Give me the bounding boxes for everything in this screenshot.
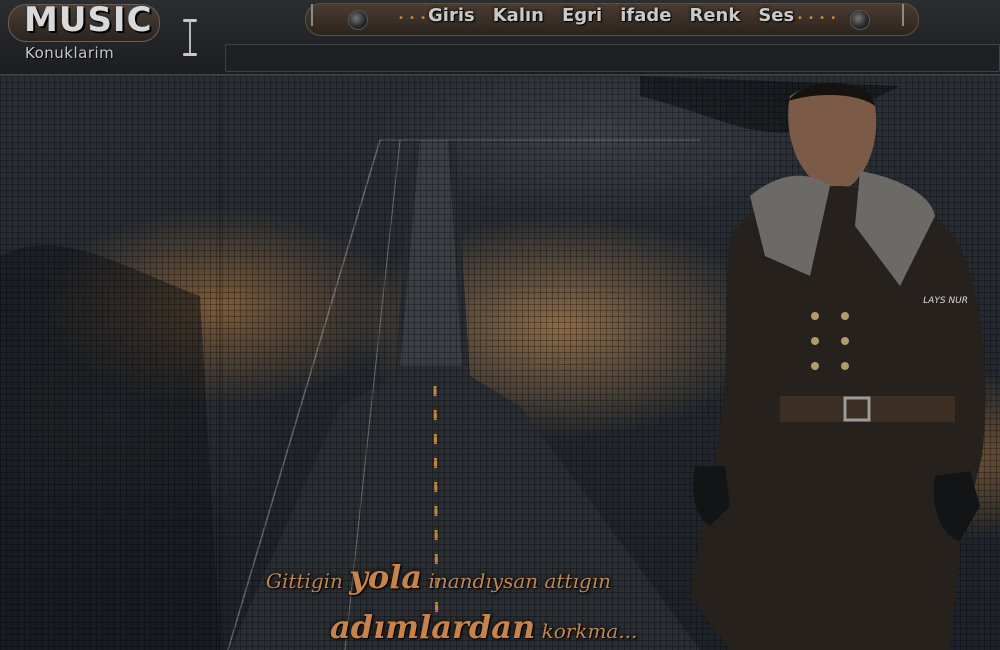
quote-line1-post: inandıysan attıgın bbox=[428, 569, 611, 593]
quote-line1-pre: Gittigin bbox=[266, 569, 343, 593]
nav-item-egri[interactable]: Egri bbox=[562, 5, 602, 26]
quote-line2-big: adımlardan bbox=[330, 608, 536, 646]
quote-line-2: adımlardan korkma... bbox=[330, 608, 637, 646]
background-scene: LAYS NUR Gittigin yola inandıysan attıgı… bbox=[0, 76, 1000, 650]
nav-item-ifade[interactable]: ifade bbox=[620, 5, 671, 26]
message-bar[interactable] bbox=[225, 44, 1000, 72]
watermark-text: LAYS NUR bbox=[923, 296, 968, 306]
nav-item-kalin[interactable]: Kalın bbox=[493, 5, 544, 26]
man-figure-image bbox=[690, 82, 986, 650]
nav-item-renk[interactable]: Renk bbox=[689, 5, 740, 26]
top-bar: MUSIC Konuklarim • • • • • • • • Giris K… bbox=[0, 0, 1000, 76]
quote-line-1: Gittigin yola inandıysan attıgın bbox=[266, 558, 611, 596]
quote-line2-post: korkma... bbox=[541, 619, 638, 643]
pin-right-icon bbox=[902, 4, 904, 26]
logo-title[interactable]: MUSIC bbox=[24, 0, 153, 40]
nav-item-giris[interactable]: Giris bbox=[428, 5, 475, 26]
knob-right-icon bbox=[850, 10, 870, 30]
dots-right-icon: • • • • bbox=[797, 13, 838, 24]
quote-line1-big: yola bbox=[349, 558, 423, 596]
pin-left-icon bbox=[311, 4, 313, 26]
scroll-handle-icon[interactable] bbox=[180, 15, 200, 59]
main-nav: Giris Kalın Egri ifade Renk Ses bbox=[428, 5, 794, 26]
nav-item-ses[interactable]: Ses bbox=[758, 5, 794, 26]
knob-left-icon bbox=[348, 10, 368, 30]
guestbook-link[interactable]: Konuklarim bbox=[25, 44, 114, 62]
